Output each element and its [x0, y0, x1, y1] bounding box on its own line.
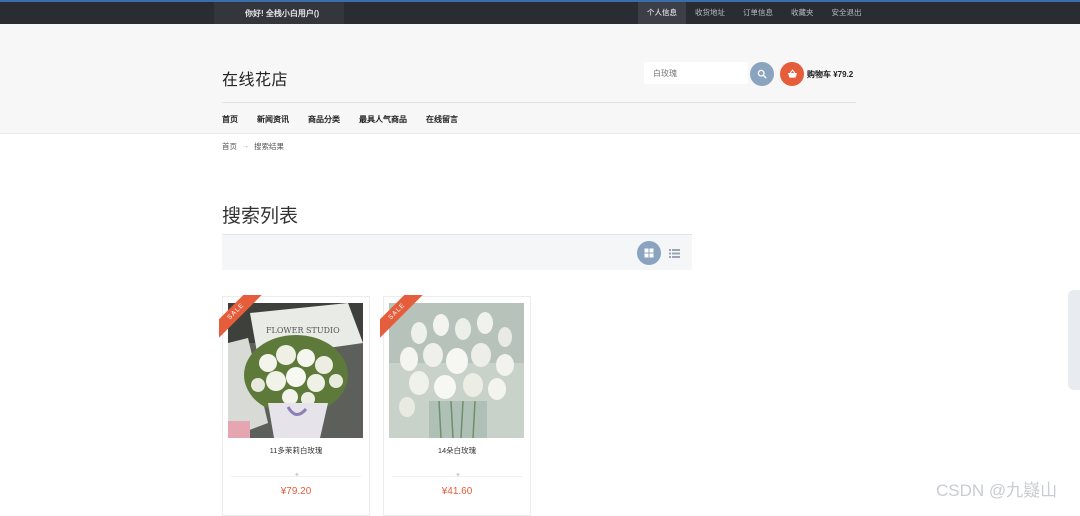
- search-icon: [757, 69, 767, 79]
- product-name[interactable]: 14朵白玫瑰: [384, 445, 530, 456]
- top-link-logout[interactable]: 安全退出: [823, 2, 871, 24]
- top-links: 个人信息 收货地址 订单信息 收藏夹 安全退出: [638, 2, 871, 24]
- product-card[interactable]: FLOWER STUDIO SALE 11多茉莉白玫瑰 ✦ ¥79.20: [219, 295, 370, 516]
- search-input[interactable]: [644, 62, 748, 84]
- top-link-orders[interactable]: 订单信息: [734, 2, 782, 24]
- breadcrumb: 首页 → 搜索结果: [222, 141, 284, 152]
- nav-item-messages[interactable]: 在线留言: [426, 114, 458, 125]
- nav-item-home[interactable]: 首页: [222, 114, 238, 125]
- grid-view-button[interactable]: [637, 241, 661, 265]
- breadcrumb-arrow-icon: →: [242, 143, 249, 150]
- product-name[interactable]: 11多茉莉白玫瑰: [223, 445, 369, 456]
- sale-ribbon: SALE: [219, 295, 265, 341]
- cart-button[interactable]: [780, 62, 804, 86]
- top-link-favorites[interactable]: 收藏夹: [782, 2, 823, 24]
- watermark-text: CSDN @九嶷山: [936, 481, 1058, 500]
- breadcrumb-current: 搜索结果: [254, 142, 284, 151]
- sale-badge: SALE: [219, 295, 265, 341]
- list-view-button[interactable]: [667, 245, 681, 261]
- basket-icon: [787, 69, 797, 78]
- product-price: ¥41.60: [441, 486, 473, 497]
- list-icon: [668, 249, 680, 258]
- page-title: 搜索列表: [222, 206, 299, 227]
- nav-divider: [222, 102, 856, 103]
- top-bar: 你好! 全栈小白用户() 个人信息 收货地址 订单信息 收藏夹 安全退出: [0, 0, 1080, 24]
- top-link-profile[interactable]: 个人信息: [638, 2, 686, 24]
- greeting-text: 你好! 全栈小白用户(): [245, 9, 320, 18]
- nav-item-categories[interactable]: 商品分类: [308, 114, 340, 125]
- svg-text:FLOWER STUDIO: FLOWER STUDIO: [266, 326, 340, 335]
- product-card[interactable]: SALE 14朵白玫瑰 ✦ ¥41.60: [380, 295, 531, 516]
- site-logo[interactable]: 在线花店: [222, 66, 288, 90]
- top-link-address[interactable]: 收货地址: [686, 2, 734, 24]
- divider-dot-icon: ✦: [455, 472, 461, 479]
- product-price: ¥79.20: [280, 486, 312, 497]
- sale-badge: SALE: [380, 295, 426, 341]
- nav-item-news[interactable]: 新闻资讯: [257, 114, 289, 125]
- view-toolbar: [222, 234, 692, 270]
- divider-dot-icon: ✦: [294, 472, 300, 479]
- side-float-widget[interactable]: [1068, 290, 1080, 390]
- sale-ribbon: SALE: [380, 295, 426, 341]
- grid-icon: [644, 248, 654, 258]
- cart-total[interactable]: 购物车 ¥79.2: [807, 69, 853, 80]
- search-button[interactable]: [750, 62, 774, 86]
- site-header: 在线花店 购物车 ¥79.2 首页 新闻资讯 商品分类 最具人气商品 在线留言: [0, 24, 1080, 134]
- breadcrumb-home[interactable]: 首页: [222, 141, 237, 152]
- main-nav: 首页 新闻资讯 商品分类 最具人气商品 在线留言: [222, 114, 477, 125]
- nav-item-popular[interactable]: 最具人气商品: [359, 114, 407, 125]
